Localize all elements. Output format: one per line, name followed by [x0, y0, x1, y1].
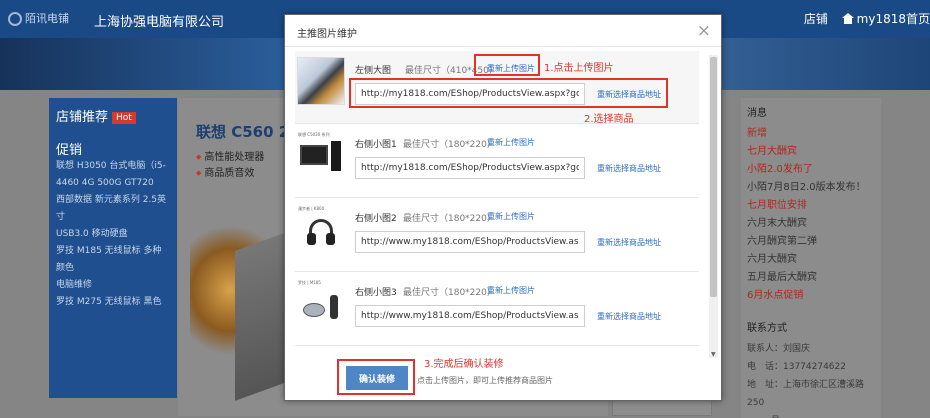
contact-title: 联系方式 [747, 323, 787, 334]
news-panel: 消息 新增 七月大酬宾 小陌2.0发布了 小陌7月8日2.0版本发布！ 七月职位安排 六月… [741, 98, 881, 418]
store-recommend-panel: 店铺推荐 Hot 促销 联想 H3050 台式电脑（i5- 4460 4G 500… [49, 98, 177, 398]
image-label: 右侧小图3 [355, 288, 397, 298]
close-icon[interactable]: × [697, 21, 711, 41]
logo-icon [8, 12, 22, 26]
scroll-thumb[interactable] [710, 57, 717, 297]
top-nav: 店铺 my1818首页 [794, 10, 930, 27]
contact-line: 地 址：上海市徐汇区漕溪路250 [747, 380, 865, 408]
image-label: 右侧小图1 [355, 140, 397, 150]
reupload-button[interactable]: 重新上传图片 [487, 211, 535, 222]
annotation-step1: 1.点击上传图片 [544, 63, 614, 74]
highlight-box-reupload [474, 54, 540, 76]
news-item[interactable]: 六月大酬宾 [747, 251, 875, 269]
promo-item[interactable]: 电脑维修 [56, 277, 170, 294]
image-row-right-small-1: 联想 C5030 系列 右侧小图1 最佳尺寸（180*220） 重新上传图片 重… [295, 125, 699, 198]
promo-item[interactable]: 罗技 M185 无线鼠标 多种颜色 [56, 243, 170, 277]
annotation-step3: 3.完成后确认装修 [424, 359, 504, 370]
reselect-product-link[interactable]: 重新选择商品地址 [597, 163, 661, 174]
promo-item[interactable]: 联想 H3050 台式电脑（i5- [56, 158, 170, 175]
modal-header: 主推图片维护 × [285, 15, 721, 47]
thumbnail-image: 联想 C5030 系列 [297, 131, 345, 179]
promo-item[interactable]: 西部数据 新元素系列 2.5英寸 [56, 192, 170, 226]
upload-hint: 点击上传图片，即可上传推荐商品图片 [417, 376, 553, 385]
image-size-hint: 最佳尺寸（180*220） [403, 140, 496, 150]
product-title[interactable]: 联想 C560 2 [196, 121, 289, 142]
feature-item: 商品质音效 [196, 164, 254, 179]
thumbnail-caption: 联想 C5030 系列 [298, 132, 330, 137]
nav-store-link[interactable]: 店铺 [804, 12, 828, 26]
thumbnail-image: 漫步者 | K800 [297, 205, 345, 253]
contact-line: 号 [747, 412, 875, 418]
reupload-button[interactable]: 重新上传图片 [487, 285, 535, 296]
modal-scrollbar[interactable]: ▼ [709, 55, 718, 358]
hot-badge: Hot [112, 112, 136, 124]
reselect-product-link[interactable]: 重新选择商品地址 [597, 311, 661, 322]
site-logo[interactable]: 陌讯电铺 [8, 10, 78, 28]
company-name: 上海协强电脑有限公司 [94, 15, 225, 30]
news-item[interactable]: 小陌2.0发布了 [747, 161, 875, 179]
promo-item[interactable]: 4460 4G 500G GT720 [56, 175, 170, 192]
news-item[interactable]: 六月酬宾第二弹 [747, 233, 875, 251]
annotation-step2: 2.选择商品 [584, 114, 634, 125]
news-title: 消息 [747, 108, 767, 119]
highlight-box-url [349, 78, 668, 108]
scroll-down-icon[interactable]: ▼ [711, 351, 716, 358]
news-item[interactable]: 七月职位安排 [747, 197, 875, 215]
news-item[interactable]: 七月大酬宾 [747, 143, 875, 161]
product-url-input[interactable] [355, 231, 585, 253]
news-item[interactable]: 五月最后大酬宾 [747, 269, 875, 287]
news-item[interactable]: 六月末大酬宾 [747, 215, 875, 233]
image-label: 左侧大图 [355, 66, 392, 76]
news-item[interactable]: 小陌7月8日2.0版本发布！ [747, 179, 875, 197]
home-icon [841, 13, 854, 24]
news-item[interactable]: 新增 [747, 125, 875, 143]
news-item[interactable]: 6月水点促销 [747, 287, 875, 305]
image-size-hint: 最佳尺寸（180*220） [403, 214, 496, 224]
reselect-product-link[interactable]: 重新选择商品地址 [597, 237, 661, 248]
thumbnail-caption: 罗技 | M185 [298, 280, 321, 285]
nav-home-link[interactable]: my1818首页 [841, 12, 930, 26]
image-row-right-small-3: 罗技 | M185 右侧小图3 最佳尺寸（180*220） 重新上传图片 重新选… [295, 273, 699, 346]
news-list: 新增 七月大酬宾 小陌2.0发布了 小陌7月8日2.0版本发布！ 七月职位安排 六月末大酬… [747, 125, 875, 305]
image-size-hint: 最佳尺寸（180*220） [403, 288, 496, 298]
contact-line: 联系人：刘国庆 [747, 344, 811, 354]
thumbnail-image [297, 57, 345, 105]
panel-title: 店铺推荐 Hot [56, 106, 170, 125]
product-url-input[interactable] [355, 157, 585, 179]
thumbnail-caption: 漫步者 | K800 [298, 206, 325, 211]
image-label: 右侧小图2 [355, 214, 397, 224]
modal-title: 主推图片维护 [297, 29, 357, 40]
promo-item[interactable]: USB3.0 移动硬盘 [56, 226, 170, 243]
reupload-button[interactable]: 重新上传图片 [487, 137, 535, 148]
thumbnail-image: 罗技 | M185 [297, 279, 345, 327]
promo-heading: 促销 [56, 143, 83, 158]
contact-line: 电 话：13774274622 [747, 362, 846, 372]
feature-item: 高性能处理器 [196, 148, 264, 163]
promo-item[interactable]: 罗技 M275 无线鼠标 黑色 [56, 294, 170, 311]
product-url-input[interactable] [355, 305, 585, 327]
highlight-box-confirm [337, 359, 415, 395]
image-row-right-small-2: 漫步者 | K800 右侧小图2 最佳尺寸（180*220） 重新上传图片 重新… [295, 199, 699, 272]
